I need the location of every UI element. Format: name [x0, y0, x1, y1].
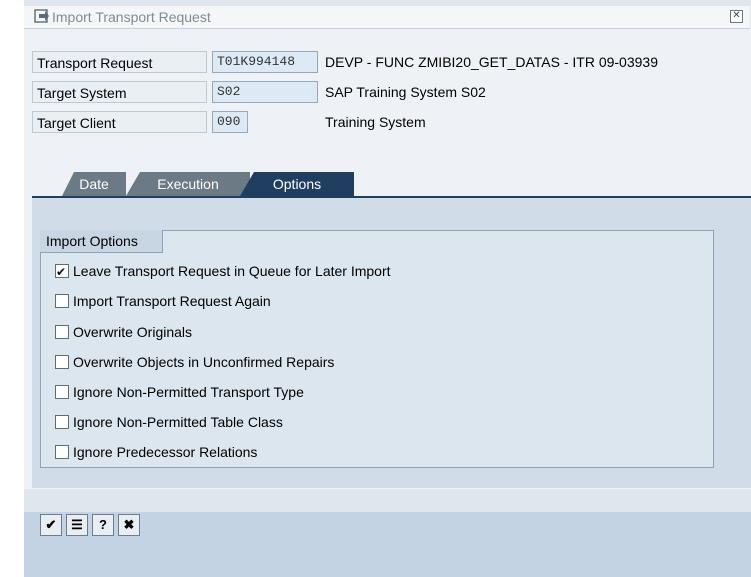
- option-label: Leave Transport Request in Queue for Lat…: [73, 263, 391, 279]
- window-title: Import Transport Request: [52, 9, 211, 25]
- option-ignore-table-class[interactable]: Ignore Non-Permitted Table Class: [55, 412, 283, 432]
- option-leave-in-queue[interactable]: Leave Transport Request in Queue for Lat…: [55, 261, 391, 282]
- option-label: Ignore Non-Permitted Transport Type: [73, 384, 304, 400]
- help-button[interactable]: ?: [92, 514, 114, 536]
- checkbox[interactable]: [55, 325, 69, 339]
- help-icon: ?: [99, 517, 107, 532]
- target-system-description: SAP Training System S02: [325, 84, 486, 100]
- option-label: Overwrite Originals: [73, 324, 193, 340]
- checkbox[interactable]: [55, 385, 69, 399]
- target-client-field[interactable]: 090: [212, 111, 248, 133]
- target-client-description: Training System: [325, 114, 426, 130]
- target-system-label: Target System: [32, 81, 207, 103]
- checkbox[interactable]: [55, 415, 69, 429]
- target-client-label: Target Client: [32, 111, 207, 133]
- close-button[interactable]: ✕: [730, 10, 743, 23]
- transport-request-label: Transport Request: [32, 51, 207, 73]
- title-bar: Import Transport Request ✕: [24, 6, 750, 29]
- checkbox[interactable]: [55, 445, 69, 459]
- checkbox[interactable]: [55, 294, 69, 308]
- close-icon: ✕: [732, 10, 741, 21]
- option-ignore-predecessor[interactable]: Ignore Predecessor Relations: [55, 442, 257, 462]
- option-overwrite-originals[interactable]: Overwrite Originals: [55, 322, 192, 342]
- tab-execution[interactable]: Execution: [126, 172, 250, 196]
- cancel-icon: ✖: [123, 517, 135, 532]
- details-button[interactable]: ☰: [66, 514, 88, 536]
- option-label: Ignore Predecessor Relations: [73, 444, 258, 460]
- transport-icon: [34, 9, 49, 23]
- import-options-title: Import Options: [40, 230, 163, 253]
- target-system-field[interactable]: S02: [212, 81, 318, 103]
- transport-request-field[interactable]: T01K994148: [212, 51, 318, 73]
- cancel-button[interactable]: ✖: [118, 514, 140, 536]
- option-label: Import Transport Request Again: [73, 293, 271, 309]
- transport-request-description: DEVP - FUNC ZMIBI20_GET_DATAS - ITR 09-0…: [325, 54, 658, 70]
- option-overwrite-unconfirmed-repairs[interactable]: Overwrite Objects in Unconfirmed Repairs: [55, 352, 334, 372]
- tab-options[interactable]: Options: [240, 172, 354, 196]
- option-label: Overwrite Objects in Unconfirmed Repairs: [73, 354, 335, 370]
- option-ignore-transport-type[interactable]: Ignore Non-Permitted Transport Type: [55, 382, 304, 402]
- list-icon: ☰: [71, 517, 83, 532]
- continue-button[interactable]: ✔: [40, 514, 62, 536]
- checkbox-checked[interactable]: [55, 262, 69, 282]
- checkbox[interactable]: [55, 355, 69, 369]
- option-label: Ignore Non-Permitted Table Class: [73, 414, 283, 430]
- checkmark-icon: ✔: [45, 517, 57, 532]
- option-import-again[interactable]: Import Transport Request Again: [55, 291, 271, 311]
